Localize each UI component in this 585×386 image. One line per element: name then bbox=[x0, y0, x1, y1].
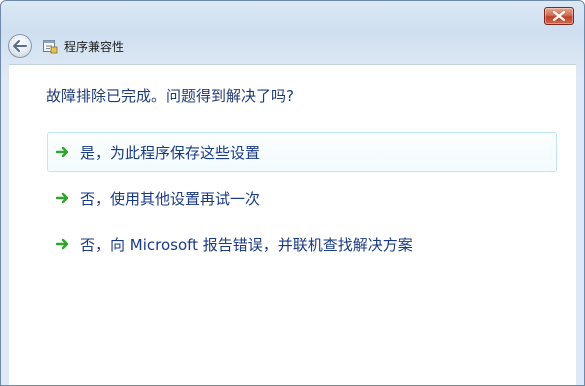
option-label: 是，为此程序保存这些设置 bbox=[80, 143, 261, 162]
back-button[interactable] bbox=[8, 34, 32, 58]
green-arrow-icon bbox=[56, 146, 69, 158]
question-text: 故障排除已完成。问题得到解决了吗? bbox=[46, 87, 294, 105]
title-bar: 程序兼容性 bbox=[8, 31, 577, 61]
option-label: 否，向 Microsoft 报告错误，并联机查找解决方案 bbox=[80, 235, 413, 254]
option-label: 否，使用其他设置再试一次 bbox=[80, 189, 261, 208]
option-report-error[interactable]: 否，向 Microsoft 报告错误，并联机查找解决方案 bbox=[47, 224, 557, 264]
option-save-settings[interactable]: 是，为此程序保存这些设置 bbox=[47, 132, 557, 172]
content-panel: 故障排除已完成。问题得到解决了吗? 是，为此程序保存这些设置 否，使用其他设置再… bbox=[9, 64, 576, 385]
close-icon bbox=[553, 11, 565, 21]
dialog-window: 程序兼容性 故障排除已完成。问题得到解决了吗? 是，为此程序保存这些设置 否，使… bbox=[0, 0, 585, 386]
green-arrow-icon bbox=[56, 238, 69, 250]
back-arrow-icon bbox=[13, 40, 27, 52]
compatibility-icon bbox=[43, 40, 58, 54]
close-button[interactable] bbox=[544, 7, 574, 25]
window-title: 程序兼容性 bbox=[64, 39, 125, 54]
green-arrow-icon bbox=[56, 192, 69, 204]
option-try-again[interactable]: 否，使用其他设置再试一次 bbox=[47, 178, 557, 218]
